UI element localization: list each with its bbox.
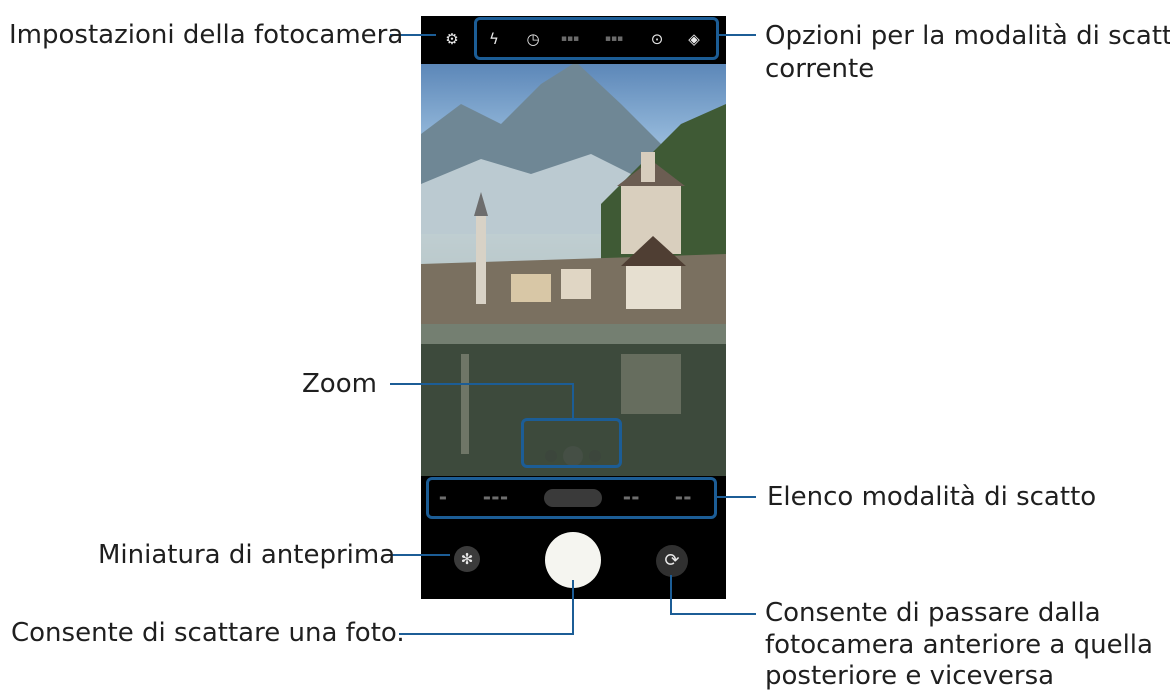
options-callout-line1: Opzioni per la modalità di scatto (765, 21, 1170, 51)
shutter-connector-vertical (572, 580, 574, 634)
switch-callout-line1: Consente di passare dalla (765, 598, 1101, 628)
shutter-connector (399, 633, 574, 635)
zoom-connector-vertical (572, 383, 574, 419)
switch-connector-vertical (670, 575, 672, 615)
zoom-highlight (521, 418, 622, 468)
switch-callout-line3: posteriore e viceversa (765, 661, 1055, 691)
modes-connector (716, 496, 756, 498)
switch-camera-button[interactable]: ⟳ (656, 545, 688, 577)
zoom-callout: Zoom (302, 369, 377, 399)
preview-thumbnail-button[interactable]: ✻ (454, 546, 480, 572)
gear-icon[interactable]: ⚙ (441, 28, 463, 50)
settings-callout: Impostazioni della fotocamera (9, 20, 404, 50)
zoom-connector (390, 383, 574, 385)
modes-highlight (426, 477, 717, 519)
thumbnail-connector (390, 554, 450, 556)
take-photo-callout: Consente di scattare una foto. (11, 618, 405, 648)
switch-callout-line2: fotocamera anteriore a quella (765, 630, 1153, 660)
options-connector (718, 34, 756, 36)
mode-list-callout: Elenco modalità di scatto (767, 482, 1097, 512)
options-highlight (474, 17, 719, 60)
options-callout-line2: corrente (765, 54, 875, 84)
thumbnail-callout: Miniatura di anteprima (98, 540, 396, 570)
switch-connector (670, 613, 756, 615)
